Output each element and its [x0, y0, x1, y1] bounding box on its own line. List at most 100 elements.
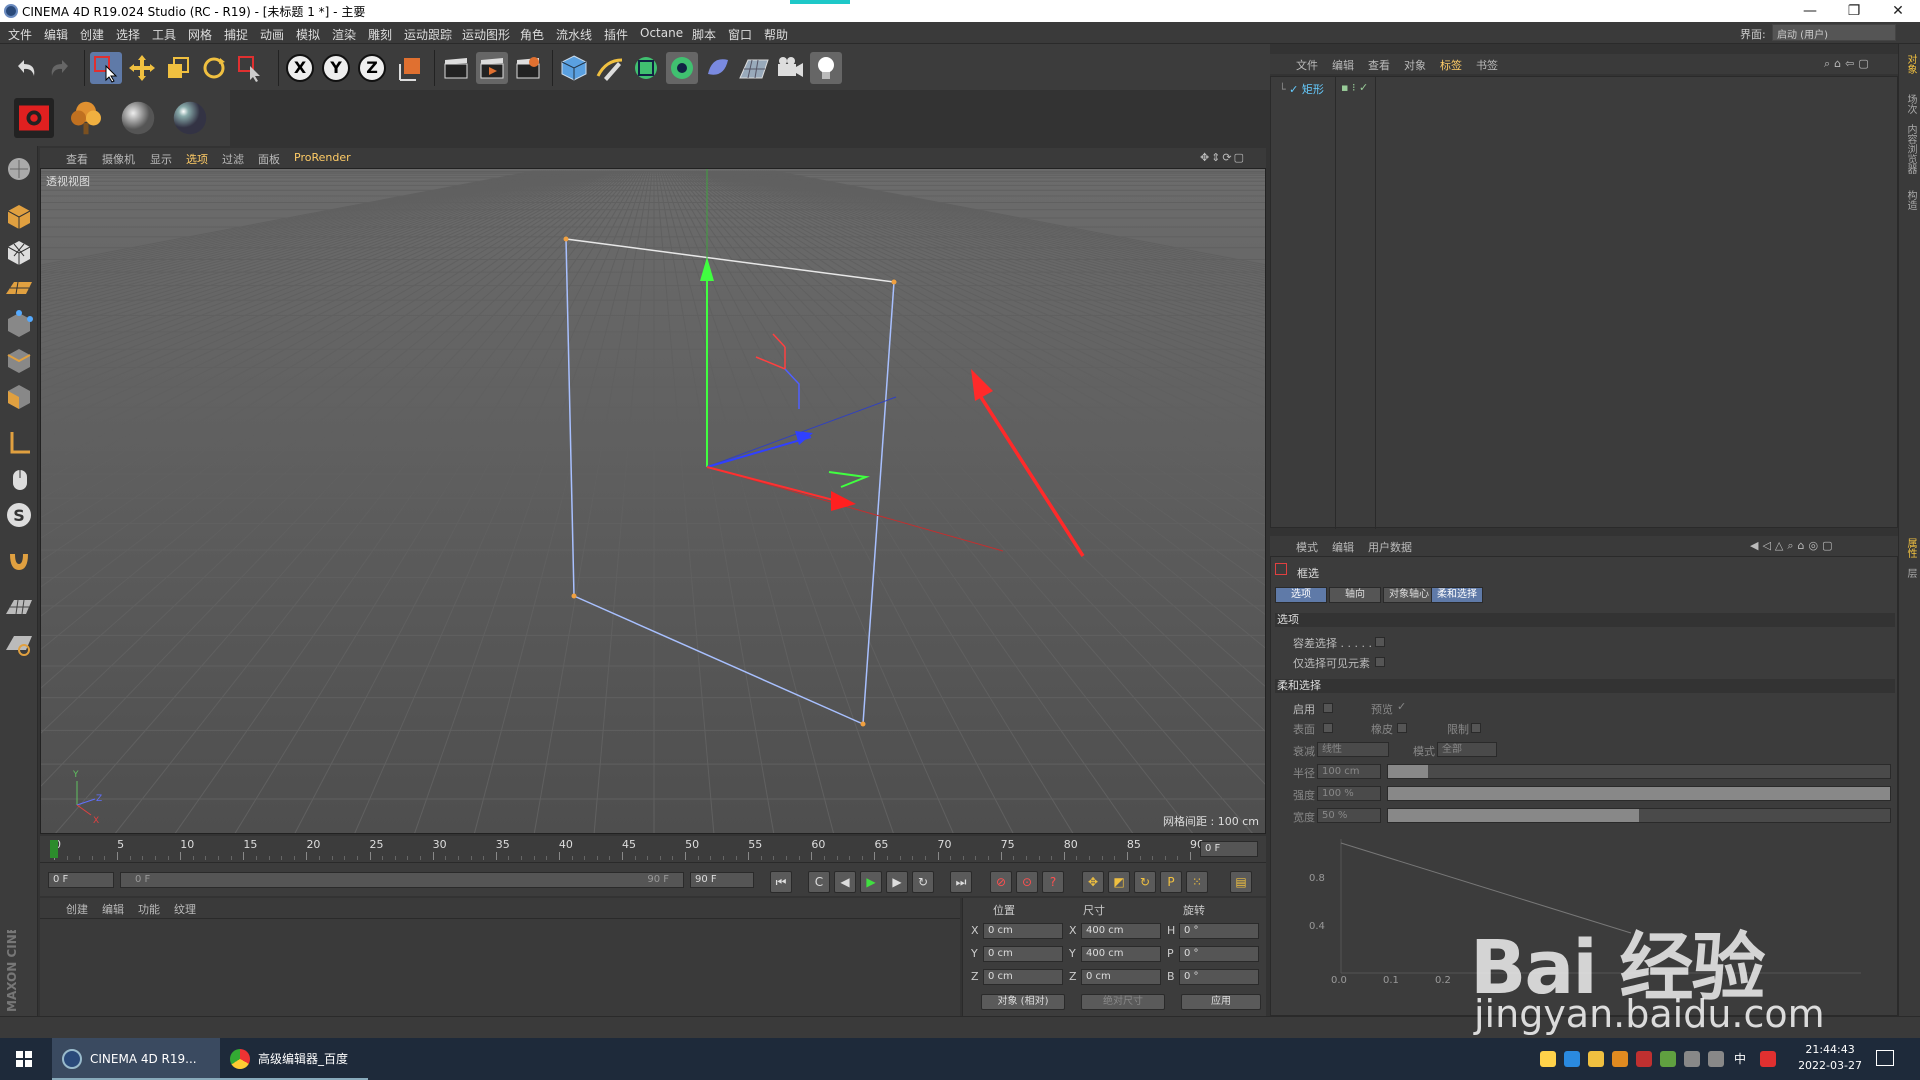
- om-menu-bookmarks[interactable]: 书签: [1476, 57, 1498, 73]
- coordinate-system-button[interactable]: [394, 52, 426, 84]
- tab-structure[interactable]: 构造: [1902, 190, 1918, 210]
- menu-window[interactable]: 窗口: [728, 26, 752, 43]
- autokey-button[interactable]: ⊙: [1016, 871, 1038, 893]
- model-mode-button[interactable]: [4, 202, 34, 232]
- tray-folder-icon[interactable]: [1588, 1051, 1604, 1067]
- om-menu-tags[interactable]: 标签: [1440, 57, 1462, 73]
- surface-checkbox[interactable]: [1323, 723, 1333, 733]
- om-toolbar-icons[interactable]: ⌕⌂⇦▢: [1824, 57, 1873, 71]
- tray-volume-icon[interactable]: [1708, 1051, 1724, 1067]
- menu-character[interactable]: 角色: [520, 26, 544, 43]
- tray-network-icon[interactable]: [1684, 1051, 1700, 1067]
- material-menu-texture[interactable]: 纹理: [174, 901, 196, 917]
- menu-tools[interactable]: 工具: [152, 26, 176, 43]
- om-menu-file[interactable]: 文件: [1296, 57, 1318, 73]
- scale-button[interactable]: [162, 52, 194, 84]
- current-frame-field[interactable]: 0 F: [1200, 841, 1258, 857]
- material-manager[interactable]: [40, 918, 960, 1016]
- key-scale-button[interactable]: ◩: [1108, 871, 1130, 893]
- viewport-menu-camera[interactable]: 摄像机: [102, 151, 135, 167]
- pos-x-field[interactable]: 0 cm: [983, 923, 1063, 939]
- am-menu-mode[interactable]: 模式: [1296, 539, 1318, 555]
- apply-button[interactable]: 应用: [1181, 994, 1261, 1010]
- viewport-menu-panel[interactable]: 面板: [258, 151, 280, 167]
- timeline-playhead[interactable]: [50, 840, 58, 858]
- magnet-button[interactable]: [4, 546, 34, 576]
- taskbar-chrome[interactable]: 高级编辑器_百度经...: [220, 1038, 368, 1080]
- menu-create[interactable]: 创建: [80, 26, 104, 43]
- tab-takes[interactable]: 场次: [1902, 94, 1918, 114]
- menu-edit[interactable]: 编辑: [44, 26, 68, 43]
- width-slider[interactable]: [1387, 808, 1891, 823]
- key-rotation-button[interactable]: ↻: [1134, 871, 1156, 893]
- previous-frame-button[interactable]: ◀: [834, 871, 856, 893]
- menu-motion-tracking[interactable]: 运动跟踪: [404, 26, 452, 43]
- octane-live-viewer-button[interactable]: [14, 98, 54, 138]
- snap-button[interactable]: S: [4, 500, 34, 530]
- material-menu-function[interactable]: 功能: [138, 901, 160, 917]
- timeline-ruler[interactable]: 051015202530354045505560657075808590 0 F: [40, 836, 1266, 862]
- record-key-button[interactable]: ⊘: [990, 871, 1012, 893]
- system-clock[interactable]: 21:44:43 2022-03-27: [1798, 1042, 1862, 1074]
- go-to-end-button[interactable]: ⏭: [950, 871, 972, 893]
- floor-button[interactable]: [738, 52, 770, 84]
- viewport-menu-options[interactable]: 选项: [186, 151, 208, 167]
- render-settings-button[interactable]: [512, 52, 544, 84]
- visible-only-checkbox[interactable]: [1375, 657, 1385, 667]
- object-manager[interactable]: └ ✓ 矩形 ▪ ⁝ ✓: [1270, 76, 1898, 529]
- viewport-nav-icons[interactable]: ✥⇕⟳▢: [1200, 151, 1246, 164]
- move-button[interactable]: [126, 52, 158, 84]
- start-button[interactable]: [0, 1038, 48, 1080]
- previous-key-button[interactable]: C: [808, 871, 830, 893]
- material-menu-create[interactable]: 创建: [66, 901, 88, 917]
- tweak-mode-button[interactable]: [4, 464, 34, 494]
- taskbar-cinema4d[interactable]: CINEMA 4D R19...: [52, 1038, 220, 1080]
- falloff-curve-graph[interactable]: 0.8 0.4 0.0 0.1 0.2: [1301, 833, 1861, 983]
- am-menu-user-data[interactable]: 用户数据: [1368, 539, 1412, 555]
- menu-plugins[interactable]: 插件: [604, 26, 628, 43]
- strength-slider[interactable]: [1387, 786, 1891, 801]
- menu-animate[interactable]: 动画: [260, 26, 284, 43]
- axis-mode-button[interactable]: [4, 428, 34, 458]
- polygon-mode-button[interactable]: [4, 382, 34, 412]
- menu-mograph[interactable]: 运动图形: [462, 26, 510, 43]
- tab-object-axis[interactable]: 对象轴心: [1383, 587, 1435, 603]
- preview-checkmark-icon[interactable]: ✓: [1397, 700, 1406, 713]
- tab-attributes[interactable]: 属性: [1902, 538, 1918, 558]
- viewport-menu-filter[interactable]: 过滤: [222, 151, 244, 167]
- menu-sculpt[interactable]: 雕刻: [368, 26, 392, 43]
- render-to-picture-viewer-button[interactable]: [476, 52, 508, 84]
- menu-file[interactable]: 文件: [8, 26, 32, 43]
- make-editable-button[interactable]: [4, 154, 34, 184]
- rot-h-field[interactable]: 0 °: [1179, 923, 1259, 939]
- viewport-menu-display[interactable]: 显示: [150, 151, 172, 167]
- action-center-icon[interactable]: [1876, 1050, 1894, 1066]
- octane-glossy-material-button[interactable]: [170, 98, 210, 138]
- frame-range-slider[interactable]: 0 F 90 F: [120, 872, 684, 888]
- edge-mode-button[interactable]: [4, 346, 34, 376]
- om-menu-edit[interactable]: 编辑: [1332, 57, 1354, 73]
- workplane-lock-button[interactable]: [4, 628, 34, 658]
- undo-button[interactable]: [10, 52, 42, 84]
- menu-simulate[interactable]: 模拟: [296, 26, 320, 43]
- coordinate-mode-select[interactable]: 对象 (相对): [981, 994, 1065, 1010]
- camera-button[interactable]: [774, 52, 806, 84]
- size-x-field[interactable]: 400 cm: [1081, 923, 1161, 939]
- deformer-button[interactable]: [702, 52, 734, 84]
- render-view-button[interactable]: [440, 52, 472, 84]
- radius-slider[interactable]: [1387, 764, 1891, 779]
- key-parameter-button[interactable]: P: [1160, 871, 1182, 893]
- menu-help[interactable]: 帮助: [764, 26, 788, 43]
- restore-button[interactable]: ❐: [1832, 1, 1876, 21]
- viewport-menu-prorender[interactable]: ProRender: [294, 151, 351, 164]
- key-pla-button[interactable]: ⁙: [1186, 871, 1208, 893]
- tab-soft-selection[interactable]: 柔和选择: [1431, 587, 1483, 603]
- tab-content-browser[interactable]: 内容浏览器: [1902, 124, 1918, 174]
- om-menu-objects[interactable]: 对象: [1404, 57, 1426, 73]
- size-y-field[interactable]: 400 cm: [1081, 946, 1161, 962]
- play-button[interactable]: ▶: [860, 871, 882, 893]
- go-to-start-button[interactable]: ⏮: [770, 871, 792, 893]
- pos-z-field[interactable]: 0 cm: [983, 969, 1063, 985]
- tab-axis[interactable]: 轴向: [1329, 587, 1381, 603]
- restrict-checkbox[interactable]: [1471, 723, 1481, 733]
